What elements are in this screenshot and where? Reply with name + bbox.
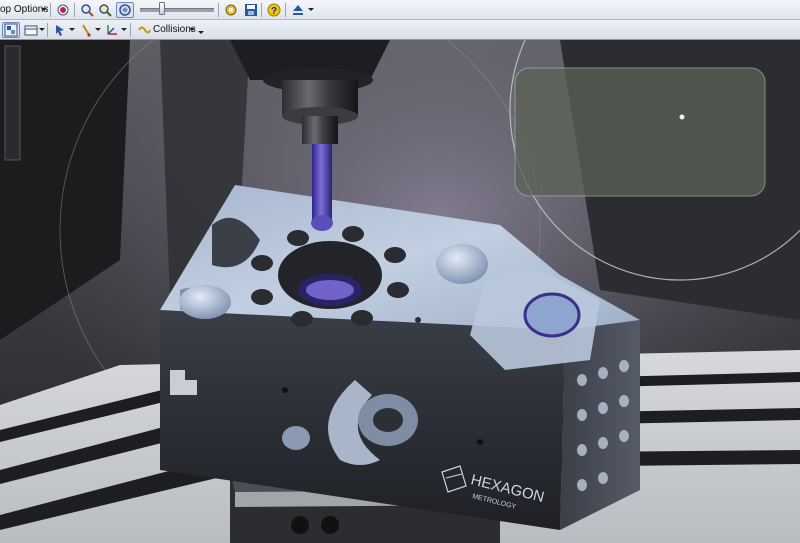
chevron-down-icon[interactable] xyxy=(121,28,127,31)
settings-gear-icon[interactable] xyxy=(222,2,240,18)
view-grid-icon[interactable] xyxy=(2,22,20,38)
layout-icon[interactable] xyxy=(22,22,40,38)
probe-stylus xyxy=(312,144,332,222)
toolbar-divider xyxy=(285,3,286,17)
chevron-down-icon[interactable] xyxy=(198,31,204,34)
3d-viewport[interactable]: HEXAGON METROLOGY xyxy=(0,40,800,543)
main-toolbar: op Options ? xyxy=(0,0,800,20)
fly-icon[interactable] xyxy=(96,2,114,18)
toolbar-divider xyxy=(47,23,48,37)
view-toolbar: Collisions xyxy=(0,20,800,40)
speed-slider-thumb[interactable] xyxy=(159,2,166,15)
toolbar-divider xyxy=(218,3,219,17)
app-window: op Options ? Collisions HEXAGON METROLOG… xyxy=(0,0,800,543)
fit-view-icon[interactable] xyxy=(116,2,134,18)
eject-icon[interactable] xyxy=(289,2,307,18)
record-icon[interactable] xyxy=(54,2,72,18)
chevron-down-icon[interactable] xyxy=(308,8,314,11)
zoom-icon[interactable] xyxy=(78,2,96,18)
svg-text:?: ? xyxy=(271,6,277,17)
chevron-down-icon[interactable] xyxy=(189,28,195,31)
speed-slider[interactable] xyxy=(140,8,214,12)
chevron-down-icon[interactable] xyxy=(41,8,47,11)
probe-icon[interactable] xyxy=(77,22,95,38)
axis-icon[interactable] xyxy=(103,22,121,38)
collisions-icon[interactable] xyxy=(137,22,151,38)
toolbar-divider xyxy=(74,3,75,17)
chevron-down-icon[interactable] xyxy=(69,28,75,31)
pointer-icon[interactable] xyxy=(51,22,69,38)
toolbar-divider xyxy=(50,3,51,17)
chevron-down-icon[interactable] xyxy=(39,28,45,31)
toolbar-divider xyxy=(130,23,131,37)
machine-scene: HEXAGON METROLOGY xyxy=(0,40,800,543)
toolbar-divider xyxy=(261,3,262,17)
chevron-down-icon[interactable] xyxy=(95,28,101,31)
help-icon[interactable]: ? xyxy=(265,2,283,18)
save-icon[interactable] xyxy=(242,2,260,18)
